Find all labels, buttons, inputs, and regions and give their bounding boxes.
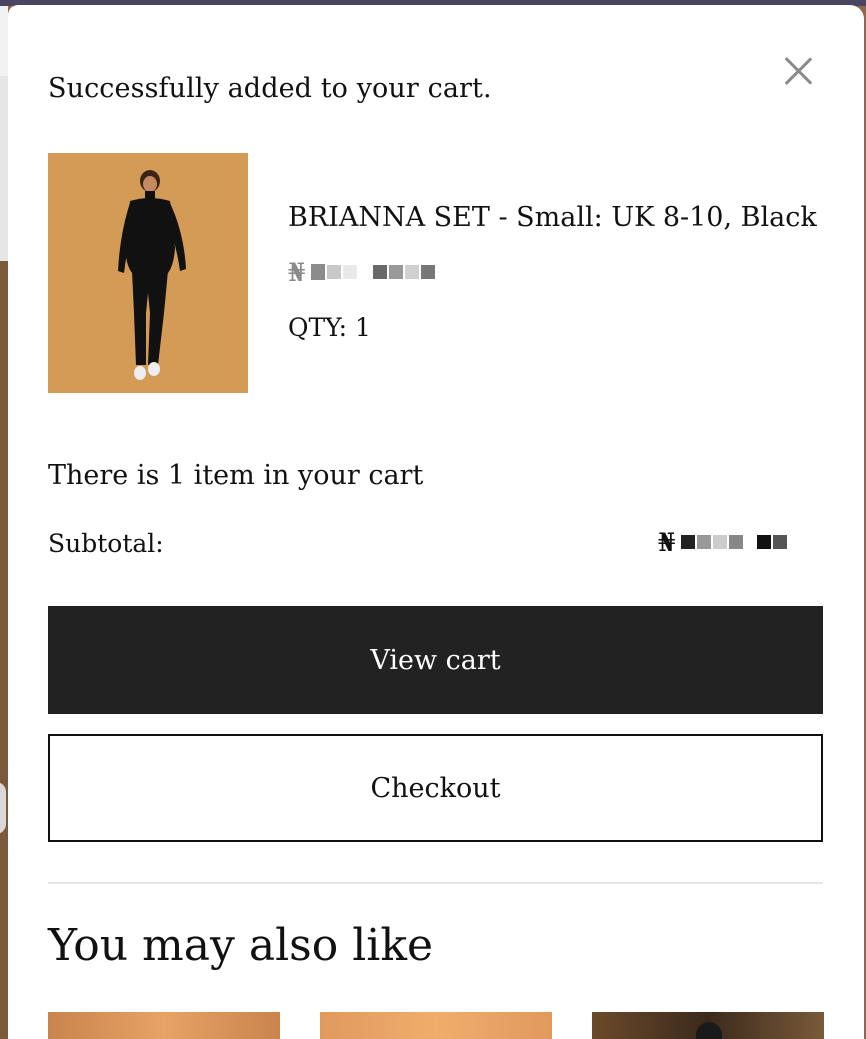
- page-backdrop-edge: [0, 6, 8, 1039]
- quantity-display: QTY: 1: [288, 313, 371, 342]
- recommended-product-card[interactable]: [320, 1012, 552, 1039]
- cart-item-count: There is 1 item in your cart: [48, 460, 424, 491]
- close-icon[interactable]: [780, 52, 816, 88]
- model-head-image: [696, 1022, 722, 1039]
- view-cart-button[interactable]: View cart: [48, 606, 823, 714]
- product-thumbnail[interactable]: [48, 153, 248, 393]
- currency-symbol: ₦: [658, 527, 676, 557]
- recommended-product-card[interactable]: [48, 1012, 280, 1039]
- product-price: ₦: [288, 257, 436, 287]
- cart-notification-panel: Successfully added to your cart. BRIANNA…: [8, 5, 864, 1039]
- recommended-product-card[interactable]: [592, 1012, 824, 1039]
- added-to-cart-message: Successfully added to your cart.: [48, 73, 492, 104]
- redacted-subtotal-icon: [681, 535, 788, 549]
- redacted-price-icon: [311, 264, 436, 280]
- section-divider: [48, 882, 823, 884]
- subtotal-label: Subtotal:: [48, 529, 164, 558]
- quantity-label: QTY:: [288, 313, 348, 342]
- checkout-button[interactable]: Checkout: [48, 734, 823, 842]
- recommendations-heading: You may also like: [48, 920, 434, 971]
- model-figure: [118, 170, 186, 380]
- quantity-value: 1: [355, 313, 371, 342]
- backdrop-carousel-handle: [0, 782, 6, 834]
- currency-symbol: ₦: [288, 257, 306, 287]
- product-name[interactable]: BRIANNA SET - Small: UK 8-10, Black: [288, 202, 817, 233]
- subtotal-value: ₦: [658, 527, 788, 557]
